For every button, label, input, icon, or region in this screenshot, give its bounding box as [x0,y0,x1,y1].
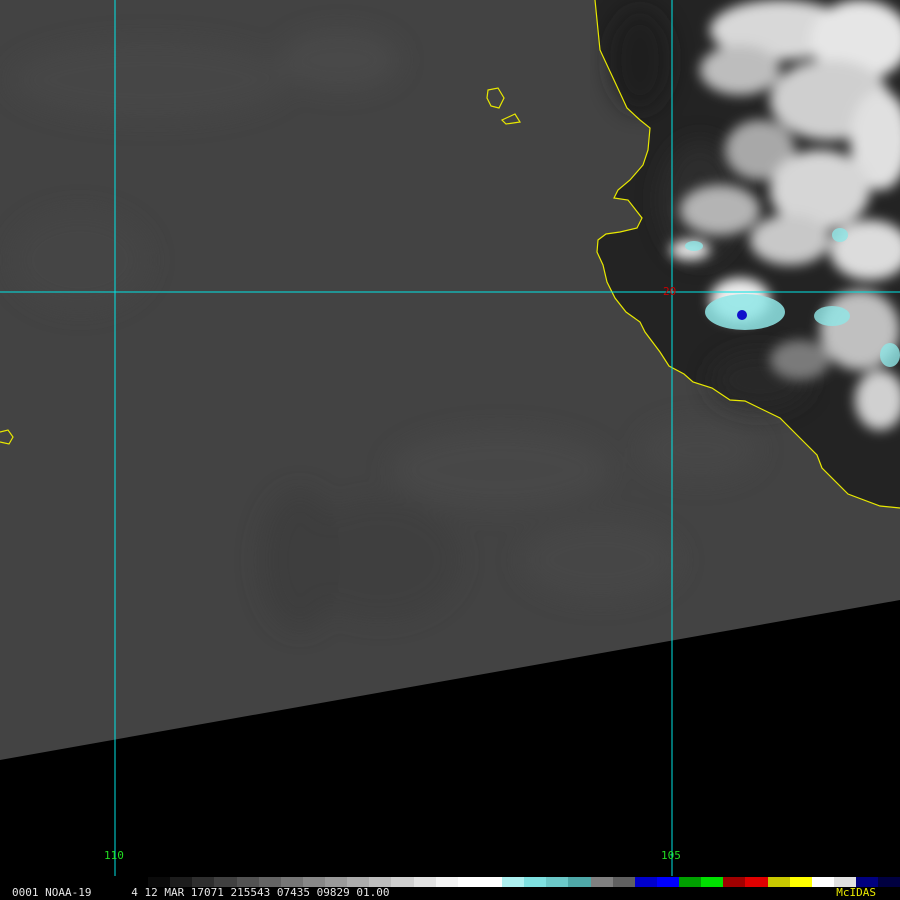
color-bar-swatch [413,877,436,887]
color-bar-swatch [568,877,591,887]
color-bar-swatch [634,877,657,887]
image-metadata-text: 0001 NOAA-19 4 12 MAR 17071 215543 07435… [12,886,390,899]
meridian-110-label: 110 [104,849,124,862]
color-bar-swatch [435,877,458,887]
parallel-20-label: 20 [663,285,677,298]
color-bar-swatch [878,877,900,887]
color-bar-swatch [723,877,746,887]
color-bar-swatch [745,877,768,887]
color-bar-swatch [391,877,414,887]
meridian-105-label: 105 [661,849,681,862]
mcidas-brand: McIDAS [836,886,876,899]
color-bar-swatch [789,877,812,887]
color-bar-swatch [479,877,502,887]
color-bar-swatch [701,877,724,887]
color-bar-swatch [524,877,547,887]
color-bar-swatch [679,877,702,887]
color-bar-swatch [546,877,569,887]
color-bar-swatch [656,877,679,887]
satellite-ir-image [0,0,900,900]
color-bar-swatch [612,877,635,887]
color-bar-swatch [457,877,480,887]
color-bar-swatch [590,877,613,887]
color-bar-swatch [502,877,525,887]
color-bar-swatch [811,877,834,887]
color-bar-swatch [767,877,790,887]
